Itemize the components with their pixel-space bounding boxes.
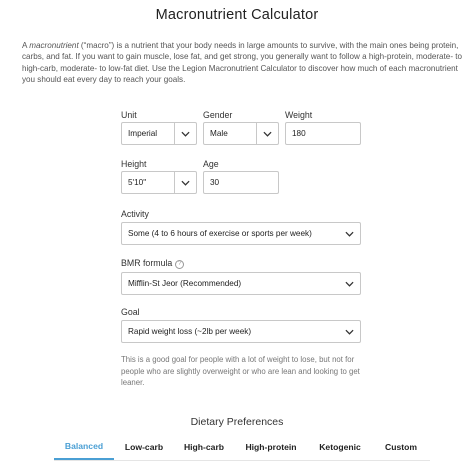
weight-value: 180 bbox=[292, 129, 306, 138]
tab-high-protein[interactable]: High-protein bbox=[234, 434, 308, 460]
dietary-tabs: Balanced Low-carb High-carb High-protein… bbox=[54, 434, 430, 461]
weight-input[interactable]: 180 bbox=[285, 122, 361, 145]
intro-paragraph: A macronutrient (“macro”) is a nutrient … bbox=[22, 40, 462, 85]
page-title: Macronutrient Calculator bbox=[155, 7, 319, 23]
unit-label: Unit bbox=[121, 110, 137, 120]
age-label: Age bbox=[203, 159, 219, 169]
age-value: 30 bbox=[210, 178, 220, 187]
help-icon[interactable]: ? bbox=[175, 260, 185, 269]
chevron-down-icon bbox=[338, 223, 360, 244]
bmr-select[interactable]: Mifflin-St Jeor (Recommended) bbox=[121, 272, 361, 295]
bmr-value: Mifflin-St Jeor (Recommended) bbox=[128, 279, 242, 288]
age-input[interactable]: 30 bbox=[203, 171, 279, 194]
weight-label: Weight bbox=[285, 110, 313, 120]
gender-label: Gender bbox=[203, 110, 233, 120]
unit-select[interactable]: Imperial bbox=[121, 122, 197, 145]
tab-balanced[interactable]: Balanced bbox=[54, 434, 114, 460]
activity-select[interactable]: Some (4 to 6 hours of exercise or sports… bbox=[121, 222, 361, 245]
activity-label: Activity bbox=[121, 209, 149, 219]
height-select[interactable]: 5'10" bbox=[121, 171, 197, 194]
height-value: 5'10" bbox=[128, 178, 147, 187]
bmr-label-text: BMR formula bbox=[121, 258, 173, 268]
gender-select[interactable]: Male bbox=[203, 122, 279, 145]
bmr-label: BMR formula? bbox=[121, 258, 185, 269]
activity-value: Some (4 to 6 hours of exercise or sports… bbox=[128, 229, 312, 238]
chevron-down-icon bbox=[256, 123, 278, 144]
chevron-down-icon bbox=[174, 172, 196, 193]
tab-custom[interactable]: Custom bbox=[372, 434, 430, 460]
chevron-down-icon bbox=[338, 273, 360, 294]
tab-ketogenic[interactable]: Ketogenic bbox=[308, 434, 372, 460]
intro-text-rest: (“macro”) is a nutrient that your body n… bbox=[22, 41, 463, 84]
height-label: Height bbox=[121, 159, 147, 169]
goal-note: This is a good goal for people with a lo… bbox=[121, 355, 360, 387]
tab-high-carb[interactable]: High-carb bbox=[174, 434, 234, 460]
goal-select[interactable]: Rapid weight loss (~2lb per week) bbox=[121, 320, 361, 343]
gender-value: Male bbox=[210, 129, 228, 138]
intro-term: macronutrient bbox=[29, 41, 79, 50]
goal-value: Rapid weight loss (~2lb per week) bbox=[128, 327, 252, 336]
chevron-down-icon bbox=[174, 123, 196, 144]
unit-value: Imperial bbox=[128, 129, 158, 138]
dietary-preferences-title: Dietary Preferences bbox=[190, 416, 284, 428]
goal-label: Goal bbox=[121, 307, 140, 317]
tab-low-carb[interactable]: Low-carb bbox=[114, 434, 174, 460]
chevron-down-icon bbox=[338, 321, 360, 342]
